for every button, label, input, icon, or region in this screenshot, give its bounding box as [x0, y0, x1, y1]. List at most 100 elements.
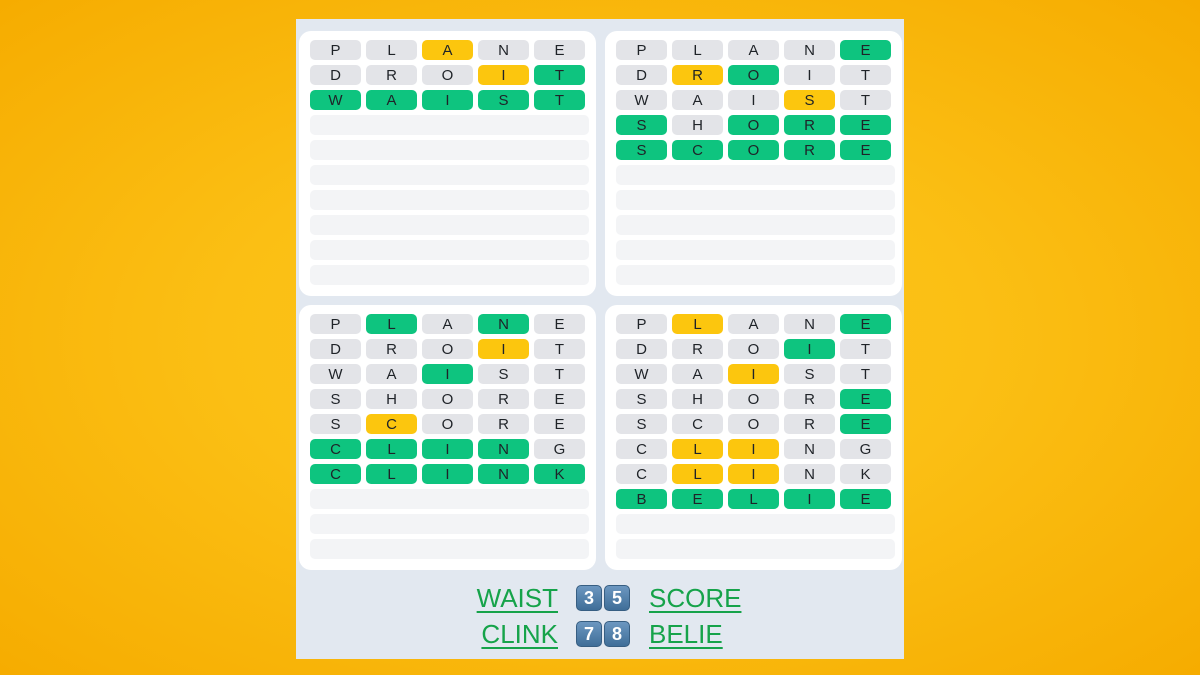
- letter-tile-correct: T: [534, 65, 585, 85]
- number-badge-icon: 5: [604, 585, 630, 611]
- letter-tile-correct: I: [422, 364, 473, 384]
- empty-row: [310, 265, 589, 285]
- letter-tile-absent: N: [784, 439, 835, 459]
- empty-row: [310, 190, 589, 210]
- letter-tile-absent: N: [784, 40, 835, 60]
- letter-tile-absent: R: [784, 414, 835, 434]
- letter-tile-correct: S: [616, 115, 667, 135]
- empty-row: [616, 165, 895, 185]
- letter-tile-correct: C: [310, 464, 361, 484]
- letter-tile-absent: O: [422, 414, 473, 434]
- letter-tile-absent: I: [728, 90, 779, 110]
- letter-tile-correct: N: [478, 314, 529, 334]
- guess-row: WAIST: [616, 90, 895, 110]
- guess-row: BELIE: [616, 489, 895, 509]
- letter-tile-correct: E: [840, 389, 891, 409]
- answer-link-waist[interactable]: WAIST: [477, 581, 558, 615]
- letter-tile-absent: R: [784, 389, 835, 409]
- letter-tile-absent: E: [534, 314, 585, 334]
- letter-tile-absent: S: [616, 414, 667, 434]
- letter-tile-correct: I: [422, 464, 473, 484]
- letter-tile-correct: E: [840, 115, 891, 135]
- letter-tile-absent: H: [366, 389, 417, 409]
- letter-tile-correct: E: [840, 414, 891, 434]
- empty-row: [310, 140, 589, 160]
- letter-tile-absent: S: [310, 414, 361, 434]
- board-bottom-left: PLANEDROITWAISTSHORESCORECLINGCLINK: [299, 305, 596, 570]
- letter-tile-absent: G: [840, 439, 891, 459]
- letter-tile-absent: A: [672, 364, 723, 384]
- letter-tile-absent: T: [840, 90, 891, 110]
- letter-tile-absent: O: [422, 65, 473, 85]
- letter-tile-absent: O: [422, 339, 473, 359]
- letter-tile-absent: A: [366, 364, 417, 384]
- letter-tile-absent: E: [534, 414, 585, 434]
- letter-tile-present: S: [784, 90, 835, 110]
- empty-row: [310, 514, 589, 534]
- letter-tile-absent: N: [784, 464, 835, 484]
- letter-tile-correct: I: [784, 339, 835, 359]
- letter-tile-absent: R: [366, 65, 417, 85]
- letter-tile-correct: C: [672, 140, 723, 160]
- letter-tile-correct: E: [840, 140, 891, 160]
- letter-tile-correct: S: [478, 90, 529, 110]
- empty-row: [310, 215, 589, 235]
- letter-tile-absent: P: [616, 314, 667, 334]
- answer-link-clink[interactable]: CLINK: [481, 617, 558, 651]
- guess-row: SHORE: [616, 115, 895, 135]
- letter-tile-absent: C: [616, 464, 667, 484]
- guess-row: PLANE: [616, 314, 895, 334]
- letter-tile-absent: O: [728, 339, 779, 359]
- letter-tile-present: L: [672, 464, 723, 484]
- letter-tile-correct: N: [478, 439, 529, 459]
- guess-row: CLING: [310, 439, 589, 459]
- guess-row: DROIT: [310, 65, 589, 85]
- letter-tile-present: A: [422, 40, 473, 60]
- letter-tile-absent: T: [840, 65, 891, 85]
- letter-tile-correct: R: [784, 115, 835, 135]
- guess-row: SCORE: [616, 140, 895, 160]
- letter-tile-correct: N: [478, 464, 529, 484]
- letter-tile-absent: R: [478, 414, 529, 434]
- letter-tile-absent: T: [534, 364, 585, 384]
- guess-row: SHORE: [310, 389, 589, 409]
- board-rows: PLANEDROITWAIST: [310, 40, 589, 290]
- letter-tile-correct: L: [366, 439, 417, 459]
- guess-row: WAIST: [616, 364, 895, 384]
- letter-tile-absent: I: [784, 65, 835, 85]
- letter-tile-absent: K: [840, 464, 891, 484]
- answer-link-score[interactable]: SCORE: [649, 581, 741, 615]
- answer-link-belie[interactable]: BELIE: [649, 617, 723, 651]
- letter-tile-correct: L: [366, 314, 417, 334]
- empty-row: [310, 115, 589, 135]
- guess-row: DROIT: [616, 339, 895, 359]
- guess-row: CLINK: [310, 464, 589, 484]
- letter-tile-correct: T: [534, 90, 585, 110]
- letter-tile-absent: D: [310, 339, 361, 359]
- guess-row: PLANE: [616, 40, 895, 60]
- letter-tile-correct: L: [366, 464, 417, 484]
- letter-tile-correct: E: [672, 489, 723, 509]
- letter-tile-correct: I: [784, 489, 835, 509]
- letter-tile-present: R: [672, 65, 723, 85]
- letter-tile-absent: T: [534, 339, 585, 359]
- letter-tile-absent: R: [366, 339, 417, 359]
- guess-row: WAIST: [310, 364, 589, 384]
- letter-tile-correct: I: [422, 439, 473, 459]
- number-badge-icon: 7: [576, 621, 602, 647]
- letter-tile-absent: N: [784, 314, 835, 334]
- empty-row: [310, 539, 589, 559]
- letter-tile-correct: O: [728, 115, 779, 135]
- letter-tile-absent: L: [366, 40, 417, 60]
- letter-tile-correct: S: [616, 140, 667, 160]
- letter-tile-correct: O: [728, 140, 779, 160]
- empty-row: [310, 240, 589, 260]
- letter-tile-absent: S: [784, 364, 835, 384]
- letter-tile-present: I: [728, 464, 779, 484]
- letter-tile-absent: S: [616, 389, 667, 409]
- board-rows: PLANEDROITWAISTSHORESCORECLINGCLINKBELIE: [616, 314, 895, 564]
- letter-tile-present: I: [728, 439, 779, 459]
- letter-tile-absent: O: [422, 389, 473, 409]
- empty-row: [616, 265, 895, 285]
- letter-tile-absent: L: [672, 40, 723, 60]
